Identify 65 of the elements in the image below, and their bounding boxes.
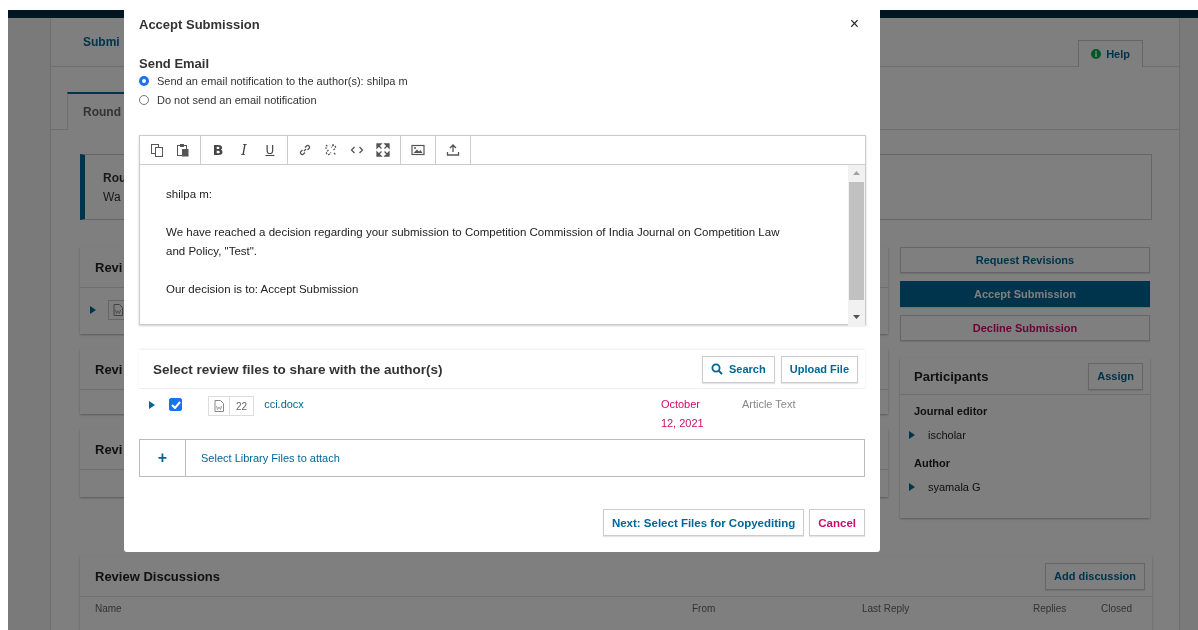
page-title: Submi [83,35,120,49]
file-id: 22 [235,399,249,414]
check-icon [170,400,181,409]
link-icon [298,142,312,157]
library-files-link[interactable]: Select Library Files to attach [201,452,340,464]
search-button[interactable]: Search [702,355,775,383]
round-tab[interactable]: Round [67,92,125,130]
fullscreen-icon [376,142,390,157]
notice-text: Wa [103,190,122,204]
email-editor[interactable]: B I U shilpa m: We have reached a decision regarding your submission to Competition Commission of India Journal on Competition Law and Policy, "Test". Our decision is to: Accept Submission [139,135,866,325]
email-paragraph: We have reached a decision regarding your submission to Competition Commission of India Journal on Competition Law and Policy, "Test". [166,225,781,259]
file-type: Article Text [741,398,796,410]
decision-button[interactable]: Accept Submission [900,281,1150,307]
image-icon [411,142,425,157]
column-header: Last Reply [862,603,911,614]
column-header: Name [95,603,123,614]
email-paragraph: shilpa m: [166,187,214,202]
caret-icon [909,483,915,491]
email-paragraph: Our decision is to: Accept Submission [166,282,360,297]
file-link[interactable]: cci.docx [264,398,304,410]
close-button[interactable]: × [843,16,865,32]
column-header: Closed [1101,603,1133,614]
document-icon [113,304,123,316]
role-heading: Author [913,456,952,469]
participant-name[interactable]: ischolar [928,429,966,441]
section-title: Revi [95,259,123,275]
assign-button[interactable]: Assign [1088,362,1143,390]
clipboard-icon [176,142,190,157]
help-button[interactable]: Help [1078,39,1143,67]
participant-name[interactable]: syamala G [928,481,981,493]
upload-file-button[interactable]: Upload File [780,355,858,383]
column-header: Replies [1033,603,1068,614]
decision-button[interactable]: Decline Submission [900,315,1150,341]
section-title: Revi [95,361,123,377]
radio-button[interactable] [139,75,149,86]
checkbox[interactable] [169,398,182,411]
file-date: October 12, 2021 [660,397,705,431]
next-button[interactable]: Next: Select Files for Copyediting [602,509,805,536]
caret-icon[interactable] [90,306,96,314]
column-header: From [692,603,717,614]
panel-title: Participants [914,368,989,384]
section-heading: Send Email [139,56,211,71]
document-icon [214,400,224,412]
search-icon [711,363,723,375]
library-files-row[interactable]: + Select Library Files to attach [139,439,865,477]
unlink-icon [324,142,338,157]
panel-title: Select review files to share with the author(s) [153,361,443,377]
radio-label[interactable]: Send an email notification to the author(s): shilpa m [157,74,408,87]
caret-icon[interactable] [149,401,155,409]
copy-icon [150,142,164,157]
cancel-button[interactable]: Cancel [809,509,865,536]
radio-button[interactable] [139,94,149,105]
decision-button[interactable]: Request Revisions [900,247,1150,273]
dialog-title: Accept Submission [139,16,260,32]
bold-button[interactable]: B [205,136,231,163]
caret-icon [909,431,915,439]
italic-button[interactable]: I [231,136,257,163]
upload-icon [446,142,460,157]
underline-button[interactable]: U [257,136,283,163]
info-icon [1091,48,1102,59]
section-title: Revi [95,441,123,457]
role-heading: Journal editor [913,404,989,417]
add-discussion-button[interactable]: Add discussion [1045,562,1145,590]
radio-label[interactable]: Do not send an email notification [157,93,317,106]
panel-title: Review Discussions [95,568,220,584]
